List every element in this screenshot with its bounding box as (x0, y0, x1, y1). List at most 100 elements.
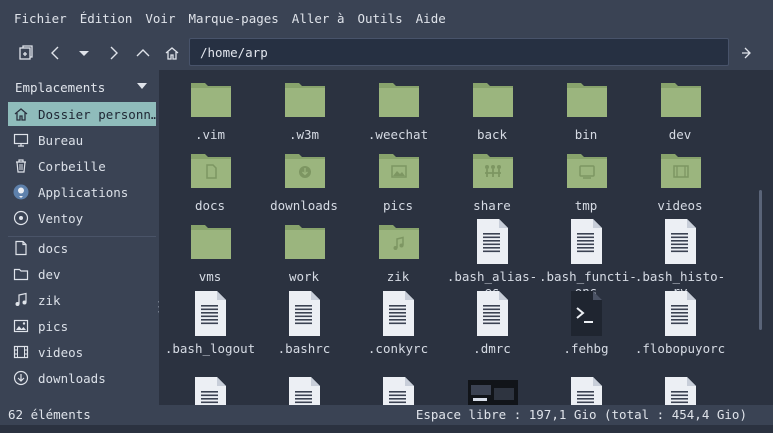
toolbar: /home/arp (0, 36, 773, 70)
sidebar-item[interactable]: Dossier personn… (8, 102, 156, 126)
text-file-icon (190, 377, 232, 405)
file-item[interactable]: back (445, 72, 539, 142)
file-item[interactable] (445, 372, 539, 405)
menu-item[interactable]: Marque-pages (188, 11, 278, 26)
file-item[interactable]: .fehbg (539, 286, 633, 356)
history-dropdown-icon[interactable] (72, 41, 96, 65)
folder-icon (566, 80, 608, 120)
menu-item[interactable]: Aide (416, 11, 446, 26)
file-name: videos (657, 198, 703, 213)
text-file-icon (566, 377, 608, 405)
sidebar-item[interactable]: zik (8, 288, 156, 312)
file-item[interactable] (539, 372, 633, 405)
toolbar-overflow-icon[interactable] (736, 41, 760, 65)
file-name: .vim (194, 127, 226, 142)
sidebar-item[interactable]: pics (8, 314, 156, 338)
file-item[interactable]: .weechat (351, 72, 445, 142)
menu-item[interactable]: Aller à (292, 11, 345, 26)
sidebar-item-label: Ventoy (38, 210, 84, 226)
status-bar: 62 éléments Espace libre : 197,1 Gio (to… (0, 405, 773, 425)
file-item[interactable]: .bash_alias- es (445, 214, 539, 299)
file-item[interactable]: vms (163, 214, 257, 284)
folder-icon (284, 80, 326, 120)
file-item[interactable]: zik (351, 214, 445, 284)
film-icon (12, 343, 30, 361)
file-item[interactable]: work (257, 214, 351, 284)
desktop-icon (12, 131, 30, 149)
file-item[interactable]: share (445, 143, 539, 213)
file-name: .dmrc (473, 341, 511, 356)
file-item[interactable] (351, 372, 445, 405)
file-item[interactable]: tmp (539, 143, 633, 213)
file-item[interactable]: videos (633, 143, 727, 213)
sidebar: Emplacements Dossier personn… Bureau Corbe… (0, 70, 162, 405)
file-item[interactable]: .conkyrc (351, 286, 445, 356)
file-item[interactable]: .bash_histo- ry (633, 214, 727, 299)
folder-icon (472, 151, 514, 191)
sidebar-item[interactable]: dev (8, 262, 156, 286)
trash-icon (12, 157, 30, 175)
file-name: .w3m (288, 127, 320, 142)
file-item[interactable]: .bash_logout (163, 286, 257, 356)
file-view[interactable]: .vim .w3m .weechat back bin dev docs downloads p… (159, 70, 765, 405)
terminal-script-icon (566, 291, 608, 336)
text-file-icon (284, 377, 326, 405)
menubar: Fichier Édition Voir Marque-pages Aller à Out… (0, 0, 773, 36)
text-file-icon (378, 291, 420, 336)
sidebar-item[interactable]: Ventoy (8, 206, 156, 230)
back-button[interactable] (44, 41, 68, 65)
location-path: /home/arp (200, 44, 268, 60)
file-item[interactable]: downloads (257, 143, 351, 213)
sidebar-item-label: Bureau (38, 132, 84, 148)
file-item[interactable]: .vim (163, 72, 257, 142)
file-item[interactable] (257, 372, 351, 405)
file-item[interactable]: docs (163, 143, 257, 213)
vertical-scrollbar[interactable] (757, 70, 765, 405)
folder-icon (660, 80, 702, 120)
folder-icon (472, 80, 514, 120)
menu-item[interactable]: Voir (145, 11, 175, 26)
file-item[interactable] (163, 372, 257, 405)
sidebar-item[interactable]: Applications (8, 180, 156, 204)
file-item[interactable] (633, 372, 727, 405)
forward-button[interactable] (101, 41, 125, 65)
sidebar-item-label: docs (38, 240, 69, 256)
sidebar-item[interactable]: docs (8, 236, 156, 260)
sidebar-item[interactable]: Bureau (8, 128, 156, 152)
file-name: .bash_logout (164, 341, 256, 356)
menu-item[interactable]: Édition (80, 11, 133, 26)
text-file-icon (472, 291, 514, 336)
home-button[interactable] (160, 41, 184, 65)
folder-icon (190, 80, 232, 120)
file-name: downloads (270, 198, 338, 213)
new-tab-icon[interactable] (14, 41, 38, 65)
up-button[interactable] (131, 41, 155, 65)
folder-icon (378, 222, 420, 262)
sidebar-item[interactable]: Corbeille (8, 154, 156, 178)
file-item[interactable]: .bash_functi- ons (539, 214, 637, 299)
file-item[interactable]: .flobopuyorc (633, 286, 727, 356)
file-name: tmp (574, 198, 598, 213)
sidebar-item[interactable]: videos (8, 340, 156, 364)
menu-item[interactable]: Outils (357, 11, 402, 26)
file-item[interactable]: pics (351, 143, 445, 213)
scrollbar-thumb[interactable] (759, 190, 762, 330)
folder-icon (566, 151, 608, 191)
menu-item[interactable]: Fichier (14, 11, 67, 26)
file-item[interactable]: .dmrc (445, 286, 539, 356)
folder-icon (12, 265, 30, 283)
sidebar-item[interactable]: downloads (8, 366, 156, 390)
applications-icon (12, 183, 30, 201)
folder-icon (284, 222, 326, 262)
file-name: pics (382, 198, 414, 213)
file-item[interactable]: bin (539, 72, 633, 142)
download-icon (12, 369, 30, 387)
file-item[interactable]: dev (633, 72, 727, 142)
file-name: .fehbg (563, 341, 609, 356)
file-item[interactable]: .bashrc (257, 286, 351, 356)
location-input[interactable]: /home/arp (189, 38, 729, 66)
places-header[interactable]: Emplacements (0, 75, 159, 99)
file-item[interactable]: .w3m (257, 72, 351, 142)
file-name: vms (198, 269, 222, 284)
text-file-icon (660, 291, 702, 336)
